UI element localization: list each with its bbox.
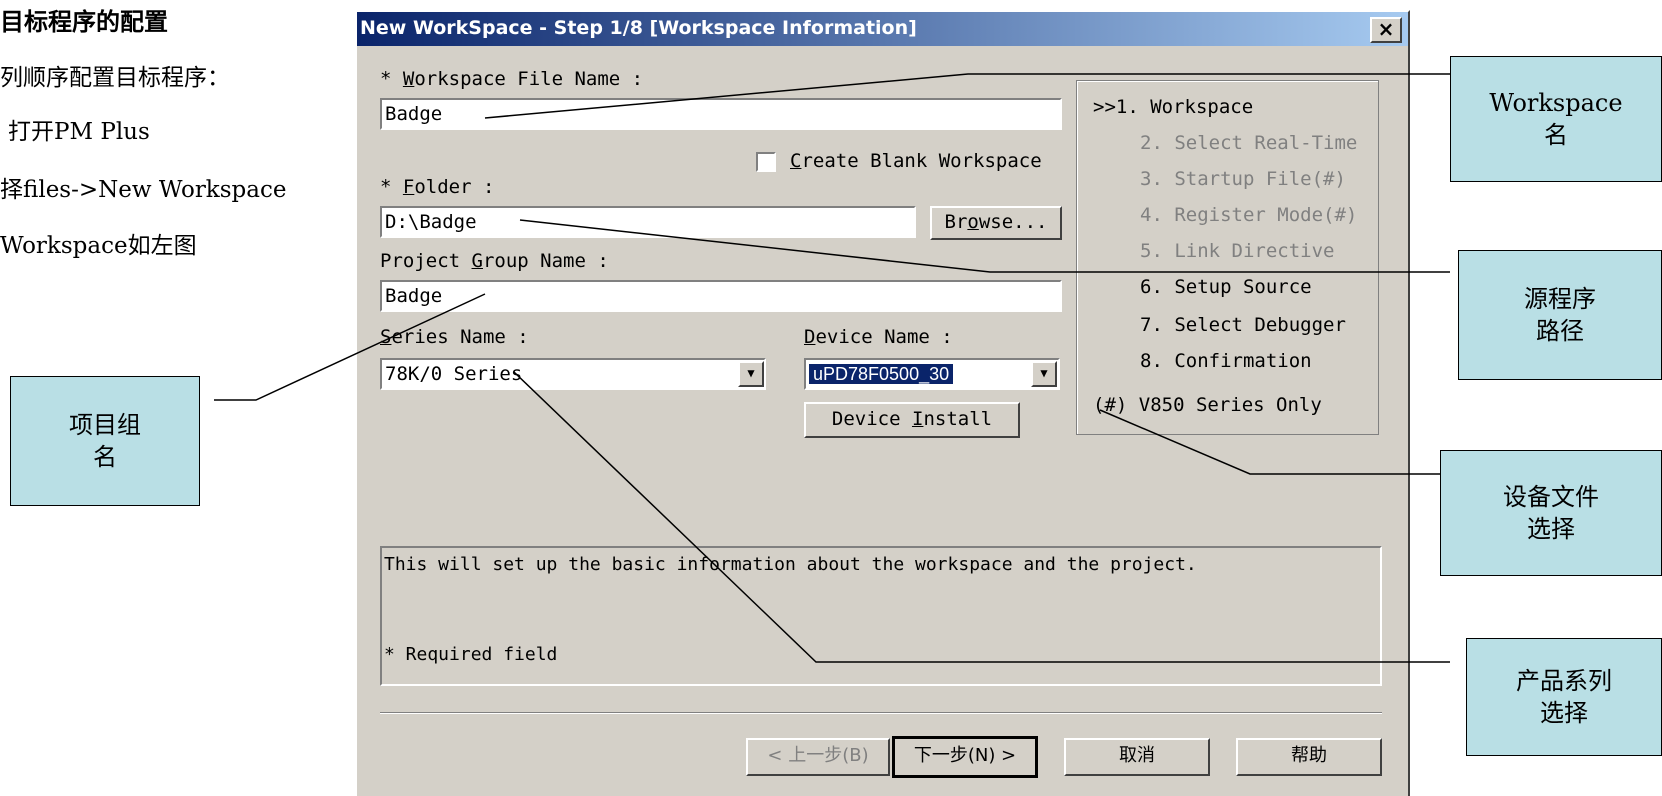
callout-device-file: 设备文件 选择	[1440, 450, 1662, 576]
workspace-leader-line	[484, 73, 1450, 119]
source-leader-line	[519, 219, 1450, 273]
callout-series: 产品系列 选择	[1466, 638, 1662, 756]
callout-source-path: 源程序 路径	[1458, 250, 1662, 380]
series-leader-line	[513, 371, 1450, 663]
callout-lines	[214, 73, 1450, 663]
device-leader-line	[1099, 409, 1450, 475]
callout-workspace-name: Workspace 名	[1450, 56, 1662, 182]
callout-project-group: 项目组名	[10, 376, 200, 506]
project-leader-line	[214, 293, 486, 401]
